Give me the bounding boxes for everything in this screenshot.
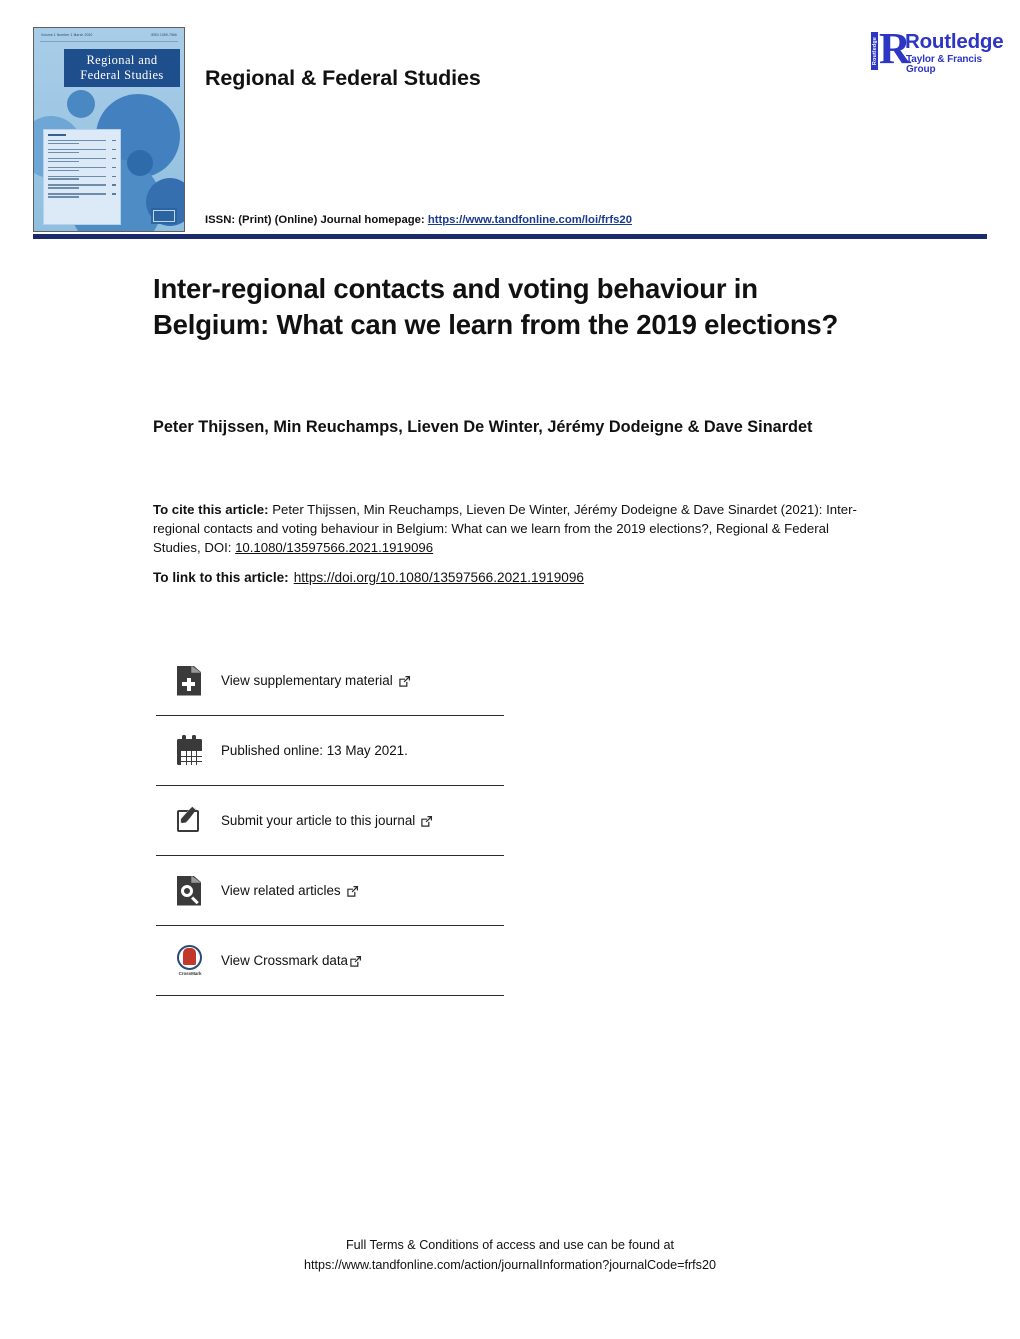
routledge-wordmark: Routledge [905, 30, 1004, 53]
action-text: View supplementary material [221, 673, 393, 688]
doi-link-label: To link to this article: [153, 570, 289, 585]
cover-contents-panel [43, 129, 121, 225]
issn-homepage-line: ISSN: (Print) (Online) Journal homepage:… [205, 214, 632, 226]
external-link-icon [420, 815, 433, 828]
citation-block: To cite this article: Peter Thijssen, Mi… [153, 500, 865, 557]
journal-title: Regional & Federal Studies [205, 66, 481, 90]
cover-title-line-2: Federal Studies [80, 68, 164, 82]
crossmark-icon: CrossMark [175, 944, 205, 978]
action-text: View Crossmark data [221, 953, 349, 968]
citation-doi-link[interactable]: 10.1080/13597566.2021.1919096 [235, 540, 433, 555]
external-link-icon [346, 885, 359, 898]
action-label: Published online: 13 May 2021. [221, 743, 408, 758]
footer-terms-line: Full Terms & Conditions of access and us… [345, 1238, 675, 1252]
cover-contents-heading [48, 134, 66, 136]
cover-circle-1 [67, 90, 95, 118]
action-label: View supplementary material [221, 673, 411, 688]
issn-prefix: ISSN: (Print) (Online) Journal homepage: [205, 214, 425, 226]
calendar-icon [175, 734, 205, 768]
page-footer: Full Terms & Conditions of access and us… [0, 1236, 1020, 1275]
cover-title-line-1: Regional and [86, 53, 158, 68]
cover-contents-entry [48, 157, 116, 163]
action-label: Submit your article to this journal [221, 813, 433, 828]
document-plus-icon [175, 664, 205, 698]
action-view-supplementary-material[interactable]: View supplementary material [156, 646, 504, 716]
action-view-related-articles[interactable]: View related articles [156, 856, 504, 926]
doi-url-link[interactable]: https://doi.org/10.1080/13597566.2021.19… [294, 570, 584, 585]
action-label: View related articles [221, 883, 359, 898]
action-text: Published online: 13 May 2021. [221, 743, 408, 758]
cover-artwork: Volume 1 Number 1 March 2020 ISSN 1359-7… [34, 28, 184, 231]
action-label: View Crossmark data [221, 953, 362, 968]
cover-top-rule [40, 41, 178, 42]
cover-issue-meta-left: Volume 1 Number 1 March 2020 [41, 33, 93, 37]
routledge-spine-label: Routledge [871, 36, 878, 66]
doi-link-block: To link to this article: https://doi.org/… [153, 570, 584, 585]
external-link-icon [349, 955, 362, 968]
cover-contents-entry [48, 166, 116, 171]
article-actions-list: View supplementary material Published on… [156, 646, 504, 996]
journal-homepage-link[interactable]: https://www.tandfonline.com/loi/frfs20 [428, 214, 632, 226]
journal-cover-thumbnail[interactable]: Volume 1 Number 1 March 2020 ISSN 1359-7… [33, 27, 185, 232]
action-submit-article[interactable]: Submit your article to this journal [156, 786, 504, 856]
cover-issn-meta-right: ISSN 1359-7566 [150, 33, 177, 37]
cover-circle-4 [127, 150, 153, 176]
routledge-tagline: Taylor & Francis Group [906, 54, 983, 75]
cover-contents-entry [48, 140, 116, 145]
action-published-online: Published online: 13 May 2021. [156, 716, 504, 786]
article-authors: Peter Thijssen, Min Reuchamps, Lieven De… [153, 418, 813, 436]
header-divider [33, 234, 987, 239]
article-title: Inter-regional contacts and voting behav… [153, 273, 839, 341]
routledge-logo[interactable]: Routledge R Routledge Taylor & Francis G… [859, 27, 1004, 77]
action-text: Submit your article to this journal [221, 813, 416, 828]
submit-pencil-icon [175, 804, 205, 838]
cover-publisher-logo [151, 208, 177, 224]
related-articles-icon [175, 874, 205, 908]
action-text: View related articles [221, 883, 341, 898]
routledge-spine-bar: Routledge [871, 32, 878, 70]
cover-contents-entry [48, 148, 116, 154]
cover-contents-entry [48, 184, 116, 189]
cover-contents-entry [48, 175, 116, 180]
page-header: Volume 1 Number 1 March 2020 ISSN 1359-7… [33, 27, 1004, 232]
routledge-r-mark-icon: Routledge R [871, 27, 911, 71]
footer-url-line: https://www.tandfonline.com/action/journ… [304, 1257, 716, 1272]
cover-contents-entry [48, 193, 116, 198]
citation-label: To cite this article: [153, 502, 269, 517]
article-cover-page: Volume 1 Number 1 March 2020 ISSN 1359-7… [0, 0, 1020, 1339]
action-view-crossmark-data[interactable]: CrossMark View Crossmark data [156, 926, 504, 996]
cover-title-box: Regional and Federal Studies [64, 49, 180, 87]
external-link-icon [398, 675, 411, 688]
